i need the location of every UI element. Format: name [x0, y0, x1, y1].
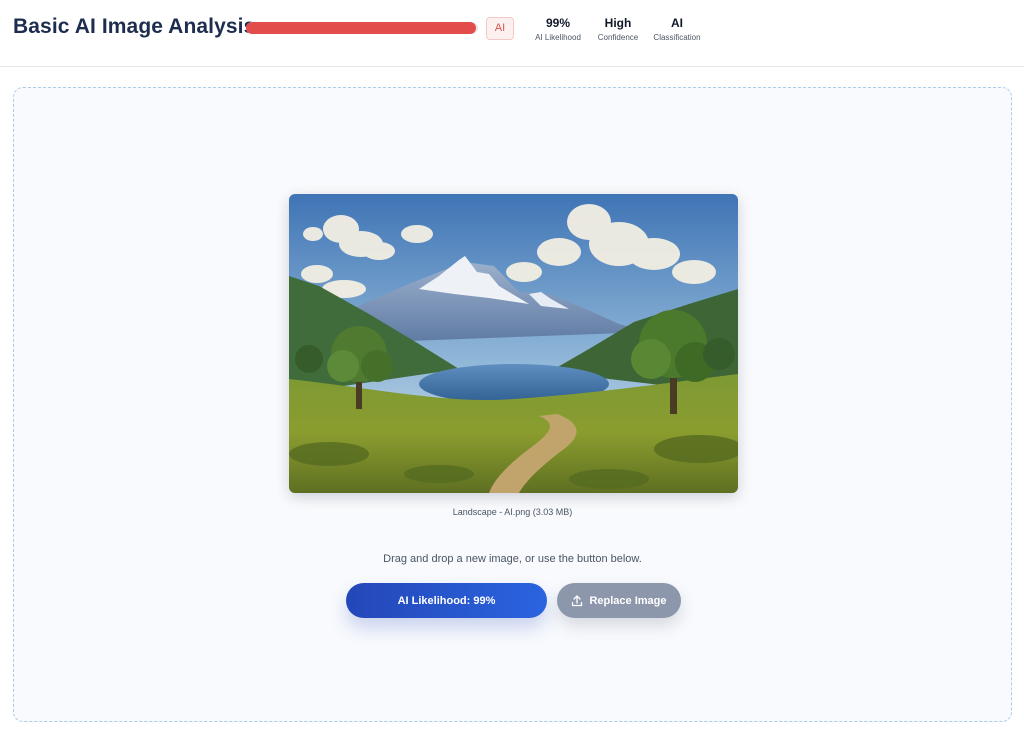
- stat-confidence: High Confidence: [594, 15, 642, 45]
- stat-ai-likelihood: 99% AI Likelihood: [532, 15, 584, 45]
- ai-likelihood-button[interactable]: AI Likelihood: 99%: [346, 583, 547, 618]
- ai-likelihood-meter-fill: [246, 22, 476, 34]
- app-header: Basic AI Image Analysis AI 99% AI Likeli…: [0, 0, 1024, 67]
- stat-value: High: [604, 16, 632, 30]
- stat-value: AI: [671, 16, 683, 30]
- stat-label: AI Likelihood: [535, 33, 581, 42]
- landscape-image: [289, 194, 738, 493]
- file-caption: Landscape - AI.png (3.03 MB): [452, 507, 573, 517]
- image-preview: [289, 194, 738, 493]
- classification-badge: AI: [486, 17, 514, 40]
- image-dropzone[interactable]: Landscape - AI.png (3.03 MB) Drag and dr…: [13, 87, 1012, 722]
- stat-label: Confidence: [597, 33, 639, 42]
- upload-icon: [571, 594, 583, 607]
- replace-image-button[interactable]: Replace Image: [557, 583, 681, 618]
- replace-image-label: Replace Image: [589, 594, 667, 607]
- stat-label: Classification: [653, 33, 701, 42]
- ai-likelihood-meter: [246, 22, 478, 34]
- stat-value: 99%: [545, 16, 571, 30]
- drop-hint: Drag and drop a new image, or use the bu…: [383, 553, 642, 565]
- stat-classification: AI Classification: [651, 15, 703, 45]
- page-title: Basic AI Image Analysis: [13, 15, 256, 38]
